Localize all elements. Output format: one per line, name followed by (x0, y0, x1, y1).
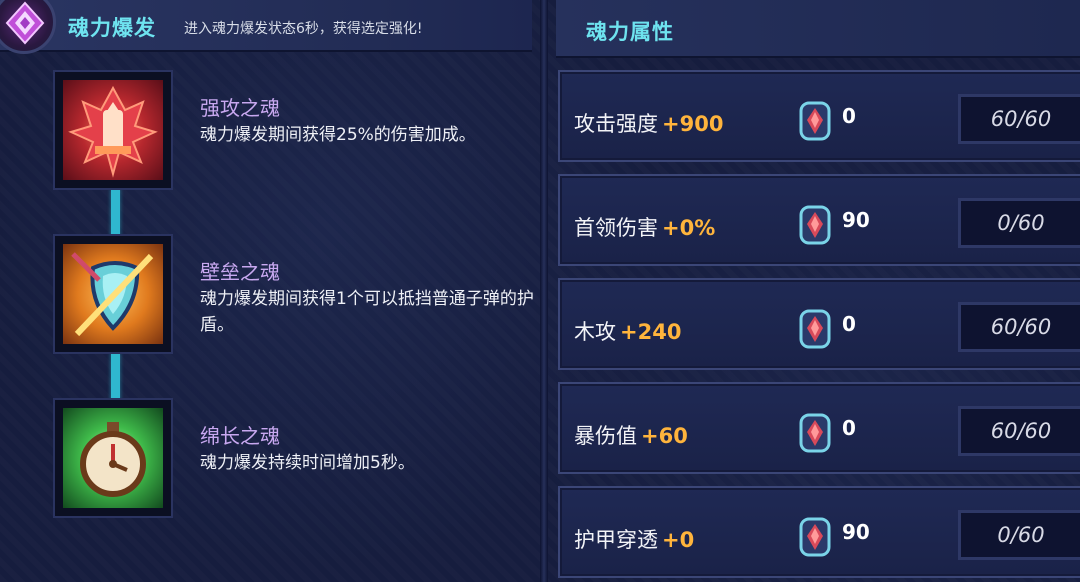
shield-icon (63, 244, 163, 344)
attribute-level: 60/60 (958, 94, 1080, 144)
attribute-bonus: +900 (662, 112, 724, 136)
soul-burst-subtitle: 进入魂力爆发状态6秒，获得选定强化! (184, 21, 423, 37)
panel-divider (540, 0, 548, 582)
soul-burst-emblem-icon (0, 0, 56, 54)
attribute-gem-count: 0 (842, 416, 856, 440)
attribute-name: 木攻 +240 (574, 320, 682, 344)
connector-line (111, 188, 120, 238)
soul-description: 魂力爆发持续时间增加5秒。 (200, 453, 415, 473)
attribute-name: 首领伤害 +0% (574, 216, 716, 240)
red-crest-icon (63, 80, 163, 180)
soul-gem-icon (798, 100, 832, 142)
attribute-level: 60/60 (958, 302, 1080, 352)
soul-card-strong-attack[interactable] (55, 72, 171, 188)
attribute-bonus: +240 (620, 320, 682, 344)
soul-name: 壁垒之魂 (200, 260, 280, 284)
soul-gem-icon (798, 516, 832, 558)
soul-attributes-header: 魂力属性 (556, 0, 1080, 58)
soul-description: 魂力爆发期间获得1个可以抵挡普通子弹的护盾。 (200, 289, 534, 335)
attribute-level: 0/60 (958, 510, 1080, 560)
stopwatch-icon (63, 408, 163, 508)
attribute-row-wood-attack[interactable]: 木攻 +240 0 60/60 (558, 278, 1080, 370)
soul-card-bulwark[interactable] (55, 236, 171, 352)
attribute-gem-count: 90 (842, 520, 870, 544)
attribute-gem-count: 90 (842, 208, 870, 232)
soul-burst-title: 魂力爆发 (68, 16, 156, 40)
attribute-name: 攻击强度 +900 (574, 112, 724, 136)
attribute-level: 0/60 (958, 198, 1080, 248)
soul-gem-icon (798, 308, 832, 350)
attribute-row-attack-power[interactable]: 攻击强度 +900 0 60/60 (558, 70, 1080, 162)
attribute-name: 护甲穿透 +0 (574, 528, 695, 552)
attribute-row-boss-damage[interactable]: 首领伤害 +0% 90 0/60 (558, 174, 1080, 266)
attribute-gem-count: 0 (842, 312, 856, 336)
connector-line (111, 352, 120, 402)
attribute-bonus: +60 (641, 424, 688, 448)
attribute-name: 暴伤值 +60 (574, 424, 688, 448)
attribute-bonus: +0% (662, 216, 716, 240)
soul-burst-header: 魂力爆发 进入魂力爆发状态6秒，获得选定强化! (0, 0, 532, 54)
attribute-gem-count: 0 (842, 104, 856, 128)
attribute-level: 60/60 (958, 406, 1080, 456)
attribute-bonus: +0 (662, 528, 695, 552)
soul-name: 强攻之魂 (200, 96, 280, 120)
soul-description: 魂力爆发期间获得25%的伤害加成。 (200, 125, 476, 145)
soul-name: 绵长之魂 (200, 424, 280, 448)
soul-attributes-title: 魂力属性 (586, 20, 674, 44)
soul-gem-icon (798, 204, 832, 246)
attribute-row-armor-penetration[interactable]: 护甲穿透 +0 90 0/60 (558, 486, 1080, 578)
attribute-row-crit-damage[interactable]: 暴伤值 +60 0 60/60 (558, 382, 1080, 474)
soul-gem-icon (798, 412, 832, 454)
soul-card-longevity[interactable] (55, 400, 171, 516)
